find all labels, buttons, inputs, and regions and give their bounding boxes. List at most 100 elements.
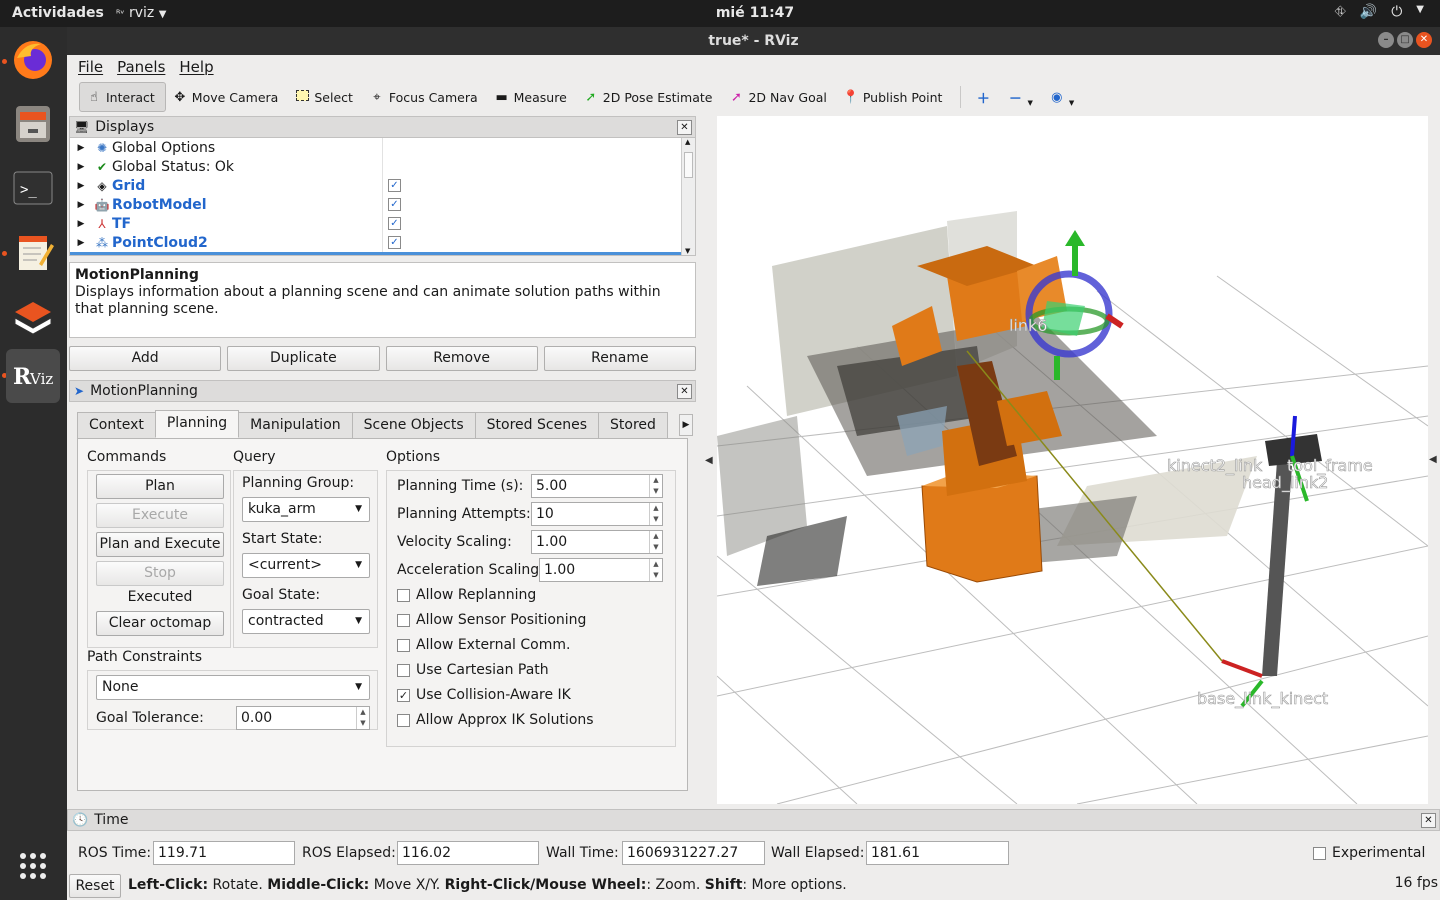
rviz-launcher[interactable]: R Viz (6, 349, 60, 403)
menu-file[interactable]: File (78, 58, 103, 76)
files-launcher[interactable] (6, 97, 60, 151)
allow-approx-ik-checkbox[interactable]: Allow Approx IK Solutions (397, 712, 594, 728)
close-icon[interactable]: ✕ (677, 120, 692, 135)
use-cartesian-path-checkbox[interactable]: Use Cartesian Path (397, 662, 549, 678)
expand-arrow-icon[interactable]: ▶ (70, 162, 92, 172)
firefox-launcher[interactable] (6, 33, 60, 87)
velocity-scaling-spinbox[interactable]: 1.00 ▲ ▼ (531, 530, 663, 554)
spin-arrows-icon[interactable]: ▲ ▼ (356, 707, 369, 729)
displays-tree[interactable]: ▶ ✺ Global Options ▶ ✔ Global Status: Ok… (69, 138, 696, 256)
network-icon[interactable]: ⛗ (1335, 4, 1346, 20)
terminal-launcher[interactable]: >_ (6, 161, 60, 215)
tab-planning[interactable]: Planning (154, 410, 240, 438)
tool-2d-nav-goal[interactable]: ➚ 2D Nav Goal (722, 82, 836, 112)
add-tool-button[interactable]: ＋ (969, 82, 1001, 112)
checkbox-box[interactable] (397, 638, 410, 652)
close-icon[interactable]: ✕ (1421, 813, 1436, 828)
tree-row-global-status[interactable]: ▶ ✔ Global Status: Ok (70, 157, 695, 176)
tab-manipulation[interactable]: Manipulation (238, 412, 353, 438)
scroll-up-icon[interactable]: ▲ (685, 138, 690, 146)
grid-enabled-checkbox[interactable]: ✓ (388, 179, 401, 192)
motion-planning-header[interactable]: ➤ MotionPlanning ✕ (69, 380, 696, 402)
plan-and-execute-button[interactable]: Plan and Execute (96, 532, 224, 557)
execute-button[interactable]: Execute (96, 503, 224, 528)
minimize-button[interactable]: – (1378, 32, 1394, 48)
checkbox-box[interactable] (397, 588, 410, 602)
spin-arrows-icon[interactable]: ▲ ▼ (649, 475, 662, 497)
tree-row-global-options[interactable]: ▶ ✺ Global Options (70, 138, 695, 157)
checkbox-box[interactable] (397, 713, 410, 727)
expand-arrow-icon[interactable]: ▶ (70, 219, 92, 229)
duplicate-button[interactable]: Duplicate (227, 346, 380, 371)
window-titlebar[interactable]: true* - RViz – □ ✕ (67, 27, 1440, 55)
rename-button[interactable]: Rename (543, 346, 696, 371)
remove-tool-button[interactable]: － ▼ (1001, 82, 1042, 112)
tab-scroll-right-icon[interactable]: ▶ (679, 414, 693, 436)
tool-properties-button[interactable]: ◉ ▼ (1043, 82, 1084, 112)
add-button[interactable]: Add (69, 346, 222, 371)
menu-panels[interactable]: Panels (117, 58, 165, 76)
show-applications-button[interactable] (6, 839, 60, 893)
collapse-right-icon[interactable]: ◀ (1429, 454, 1437, 465)
system-tray[interactable]: ⛗ 🔊 ⏻ ▼ (1335, 4, 1424, 20)
close-icon[interactable]: ✕ (677, 384, 692, 399)
tf-enabled-checkbox[interactable]: ✓ (388, 217, 401, 230)
scroll-down-icon[interactable]: ▼ (685, 247, 690, 255)
allow-external-comm-checkbox[interactable]: Allow External Comm. (397, 637, 570, 653)
reset-button[interactable]: Reset (69, 874, 121, 898)
right-splitter[interactable]: ◀ (1428, 116, 1440, 804)
tab-scene-objects[interactable]: Scene Objects (351, 412, 476, 438)
tree-row-grid[interactable]: ▶ ◈ Grid ✓ (70, 176, 695, 195)
power-icon[interactable]: ⏻ (1391, 4, 1402, 20)
tool-focus-camera[interactable]: ⌖ Focus Camera (363, 82, 488, 112)
text-editor-launcher[interactable] (6, 225, 60, 279)
scrollbar-thumb[interactable] (684, 152, 693, 178)
tab-stored-states[interactable]: Stored (598, 412, 668, 438)
menu-help[interactable]: Help (179, 58, 213, 76)
path-constraints-select[interactable]: None ▼ (96, 675, 370, 700)
wall-time-field[interactable]: 1606931227.27 (622, 841, 765, 865)
tool-2d-pose-estimate[interactable]: ➚ 2D Pose Estimate (577, 82, 723, 112)
planning-attempts-spinbox[interactable]: 10 ▲ ▼ (531, 502, 663, 526)
allow-sensor-positioning-checkbox[interactable]: Allow Sensor Positioning (397, 612, 586, 628)
checkbox-box[interactable] (397, 613, 410, 627)
displays-scrollbar[interactable]: ▲ ▼ (681, 138, 695, 255)
chevron-down-icon[interactable]: ▼ (1416, 4, 1424, 20)
acceleration-scaling-spinbox[interactable]: 1.00 ▲ ▼ (539, 558, 663, 582)
experimental-checkbox[interactable]: Experimental (1313, 845, 1425, 861)
clock[interactable]: mié 11:47 (700, 5, 810, 21)
tool-publish-point[interactable]: 📍 Publish Point (837, 82, 953, 112)
remove-button[interactable]: Remove (385, 346, 538, 371)
stop-button[interactable]: Stop (96, 561, 224, 586)
planning-group-select[interactable]: kuka_arm ▼ (242, 497, 370, 522)
ros-elapsed-field[interactable]: 116.02 (397, 841, 539, 865)
tree-row-pointcloud2[interactable]: ▶ ⁂ PointCloud2 ✓ (70, 233, 695, 252)
planning-time-spinbox[interactable]: 5.00 ▲ ▼ (531, 474, 663, 498)
installer-launcher[interactable] (6, 289, 60, 343)
time-panel-header[interactable]: 🕓 Time ✕ (67, 809, 1440, 831)
use-collision-aware-ik-checkbox[interactable]: ✓ Use Collision-Aware IK (397, 687, 571, 703)
collapse-left-icon[interactable]: ◀ (705, 455, 713, 466)
expand-arrow-icon[interactable]: ▶ (70, 143, 92, 153)
checkbox-box-checked[interactable]: ✓ (397, 688, 410, 702)
activities-button[interactable]: Actividades (12, 5, 104, 21)
tab-context[interactable]: Context (77, 412, 156, 438)
tool-measure[interactable]: ▬ Measure (488, 82, 577, 112)
checkbox-box[interactable] (1313, 846, 1326, 860)
tree-row-tf[interactable]: ▶ ⅄ TF ✓ (70, 214, 695, 233)
goal-state-select[interactable]: contracted ▼ (242, 609, 370, 634)
checkbox-box[interactable] (397, 663, 410, 677)
wall-elapsed-field[interactable]: 181.61 (866, 841, 1009, 865)
maximize-button[interactable]: □ (1397, 32, 1413, 48)
app-menu[interactable]: ᴿᵛ rviz ▼ (116, 5, 166, 21)
spin-arrows-icon[interactable]: ▲ ▼ (649, 531, 662, 553)
tree-row-robotmodel[interactable]: ▶ 🤖 RobotModel ✓ (70, 195, 695, 214)
tool-interact[interactable]: ☝ Interact (79, 82, 166, 112)
displays-panel-header[interactable]: 🖥 Displays ✕ (69, 116, 696, 138)
tab-stored-scenes[interactable]: Stored Scenes (474, 412, 599, 438)
allow-replanning-checkbox[interactable]: Allow Replanning (397, 587, 536, 603)
clear-octomap-button[interactable]: Clear octomap (96, 611, 224, 636)
spin-arrows-icon[interactable]: ▲ ▼ (649, 503, 662, 525)
tool-move-camera[interactable]: ✥ Move Camera (166, 82, 289, 112)
render-3d-view[interactable]: kinect2_link tool_frame head_link2 base_… (717, 116, 1428, 804)
